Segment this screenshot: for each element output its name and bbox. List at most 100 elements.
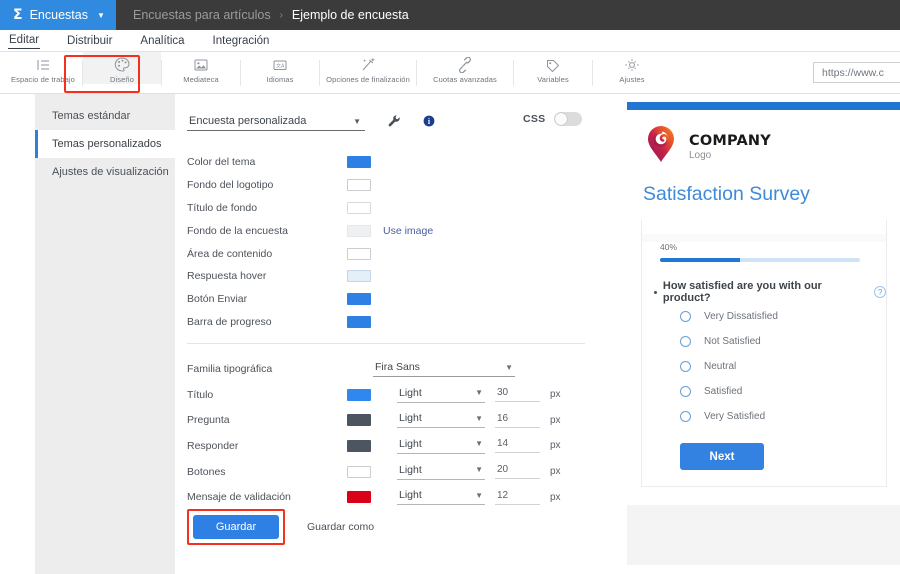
toolbar-item-mediateca[interactable]: Mediateca [162, 52, 240, 84]
theme-select[interactable]: Encuesta personalizada ▼ [187, 115, 365, 131]
chain-link-icon [456, 55, 474, 74]
progress-label: 40% [660, 242, 678, 252]
sidebar-item-label: Ajustes de visualización [52, 166, 169, 178]
typography-weight-select[interactable]: Light ▼ [397, 387, 485, 403]
image-library-icon [192, 55, 210, 74]
typography-label: Pregunta [187, 414, 230, 427]
brand-menu[interactable]: Ʃ Encuestas ▼ [0, 0, 116, 30]
color-swatch[interactable] [347, 156, 371, 169]
color-swatch[interactable] [347, 293, 371, 306]
toolbar-item-variables[interactable]: Variables [514, 52, 592, 84]
icon-toolbar: Espacio de trabajo Diseño Mediateca 文A I… [0, 52, 900, 94]
preview-question-text: How satisfied are you with our product? [662, 280, 822, 304]
typography-weight-value: Light [399, 386, 422, 399]
menu-item-editar[interactable]: Editar [8, 32, 41, 49]
toolbar-item-opciones-de-finalizacion[interactable]: Opciones de finalización [320, 52, 416, 84]
preview-logo-block: COMPANY Logo [627, 110, 900, 169]
color-row-barra-de-progreso: Barra de progreso [187, 311, 600, 334]
menu-item-distribuir[interactable]: Distribuir [66, 33, 113, 49]
typography-unit: px [550, 389, 561, 401]
toolbar-label: Espacio de trabajo [11, 75, 75, 84]
option-label: Not Satisfied [704, 336, 761, 347]
radio-button[interactable] [680, 386, 691, 397]
preview-logo-text: COMPANY Logo [689, 133, 771, 161]
chevron-down-icon: ▼ [475, 465, 483, 475]
radio-button[interactable] [680, 311, 691, 322]
color-label: Respuesta hover [187, 270, 267, 283]
typography-row-titulo: Título Light ▼ 30 px [187, 382, 600, 408]
toolbar-item-idiomas[interactable]: 文A Idiomas [241, 52, 319, 84]
typography-weight-value: Light [399, 463, 422, 476]
menu-item-analitica[interactable]: Analítica [139, 33, 185, 49]
save-button[interactable]: Guardar [193, 515, 279, 539]
color-swatch[interactable] [347, 201, 371, 214]
option-label: Very Dissatisfied [704, 311, 778, 322]
preview-option-row[interactable]: Not Satisfied [642, 329, 886, 354]
typography-color-swatch[interactable] [347, 388, 371, 401]
typography-color-swatch[interactable] [347, 465, 371, 478]
typography-size-input[interactable]: 20 [495, 464, 540, 480]
magic-wand-icon [359, 55, 377, 74]
sidebar-item-temas-personalizados[interactable]: Temas personalizados [35, 130, 175, 158]
radio-button[interactable] [680, 361, 691, 372]
sidebar-item-ajustes-de-visualizacion[interactable]: Ajustes de visualización [35, 158, 175, 186]
toolbar-item-diseno[interactable]: Diseño [83, 52, 161, 84]
typography-size-input[interactable]: 12 [495, 490, 540, 505]
typography-size-input[interactable]: 30 [495, 387, 540, 403]
company-sub: Logo [689, 149, 712, 161]
typography-color-swatch[interactable] [347, 414, 371, 427]
preview-option-row[interactable]: Satisfied [642, 379, 886, 404]
font-family-select[interactable]: Fira Sans ▼ [373, 361, 515, 378]
typography-size-input[interactable]: 16 [495, 413, 540, 428]
typography-color-swatch[interactable] [347, 439, 371, 452]
theme-form: Encuesta personalizada ▼ i CSS Color del… [175, 94, 600, 574]
use-image-link[interactable]: Use image [383, 225, 433, 237]
color-row-titulo-de-fondo: Título de fondo [187, 197, 600, 220]
save-as-link[interactable]: Guardar como [307, 521, 374, 533]
languages-icon: 文A [271, 55, 289, 74]
typography-color-swatch[interactable] [347, 491, 371, 504]
radio-button[interactable] [680, 336, 691, 347]
color-swatch[interactable] [347, 315, 371, 328]
color-label: Botón Enviar [187, 293, 248, 306]
color-swatch[interactable] [347, 179, 371, 192]
help-info-icon[interactable]: i [423, 114, 435, 132]
brand-label: Encuestas [29, 8, 88, 22]
app-root: Ʃ Encuestas ▼ Encuestas para artículos ›… [0, 0, 900, 574]
typography-size-input[interactable]: 14 [495, 438, 540, 454]
css-toggle[interactable] [553, 112, 582, 126]
preview-question-row: How satisfied are you with our product? … [642, 262, 886, 304]
wrench-icon[interactable] [387, 114, 401, 133]
color-swatch[interactable] [347, 247, 371, 260]
save-bar: Guardar Guardar como [187, 509, 374, 545]
toolbar-label: Diseño [110, 75, 134, 84]
preview-option-row[interactable]: Neutral [642, 354, 886, 379]
breadcrumb-parent[interactable]: Encuestas para artículos [133, 8, 271, 22]
preview-option-row[interactable]: Very Dissatisfied [642, 304, 886, 329]
color-swatch[interactable] [347, 224, 371, 237]
sidebar-item-temas-estandar[interactable]: Temas estándar [35, 102, 175, 130]
toolbar-item-espacio-de-trabajo[interactable]: Espacio de trabajo [4, 52, 82, 84]
next-button[interactable]: Next [680, 443, 764, 470]
preview-top-accent-bar [627, 102, 900, 110]
typography-weight-select[interactable]: Light ▼ [397, 438, 485, 454]
toolbar-item-cuotas-avanzadas[interactable]: Cuotas avanzadas [417, 52, 513, 84]
typography-row-responder: Responder Light ▼ 14 px [187, 433, 600, 459]
svg-text:A: A [281, 63, 285, 69]
survey-url-field[interactable]: https://www.c [813, 62, 900, 83]
question-mark-icon[interactable]: ? [874, 286, 886, 298]
toolbar-item-ajustes[interactable]: Ajustes [593, 52, 671, 84]
css-label: CSS [523, 113, 546, 125]
menu-item-integracion[interactable]: Integración [212, 33, 271, 49]
typography-weight-select[interactable]: Light ▼ [397, 464, 485, 480]
typography-weight-select[interactable]: Light ▼ [397, 412, 485, 429]
typography-weight-select[interactable]: Light ▼ [397, 489, 485, 506]
radio-button[interactable] [680, 411, 691, 422]
preview-option-row[interactable]: Very Satisfied [642, 404, 886, 429]
theme-select-value: Encuesta personalizada [189, 115, 307, 127]
color-swatch[interactable] [347, 270, 371, 283]
breadcrumb-separator: › [279, 9, 283, 21]
color-row-respuesta-hover: Respuesta hover [187, 265, 600, 288]
breadcrumb-current: Ejemplo de encuesta [291, 8, 409, 22]
typography-unit: px [550, 414, 561, 426]
